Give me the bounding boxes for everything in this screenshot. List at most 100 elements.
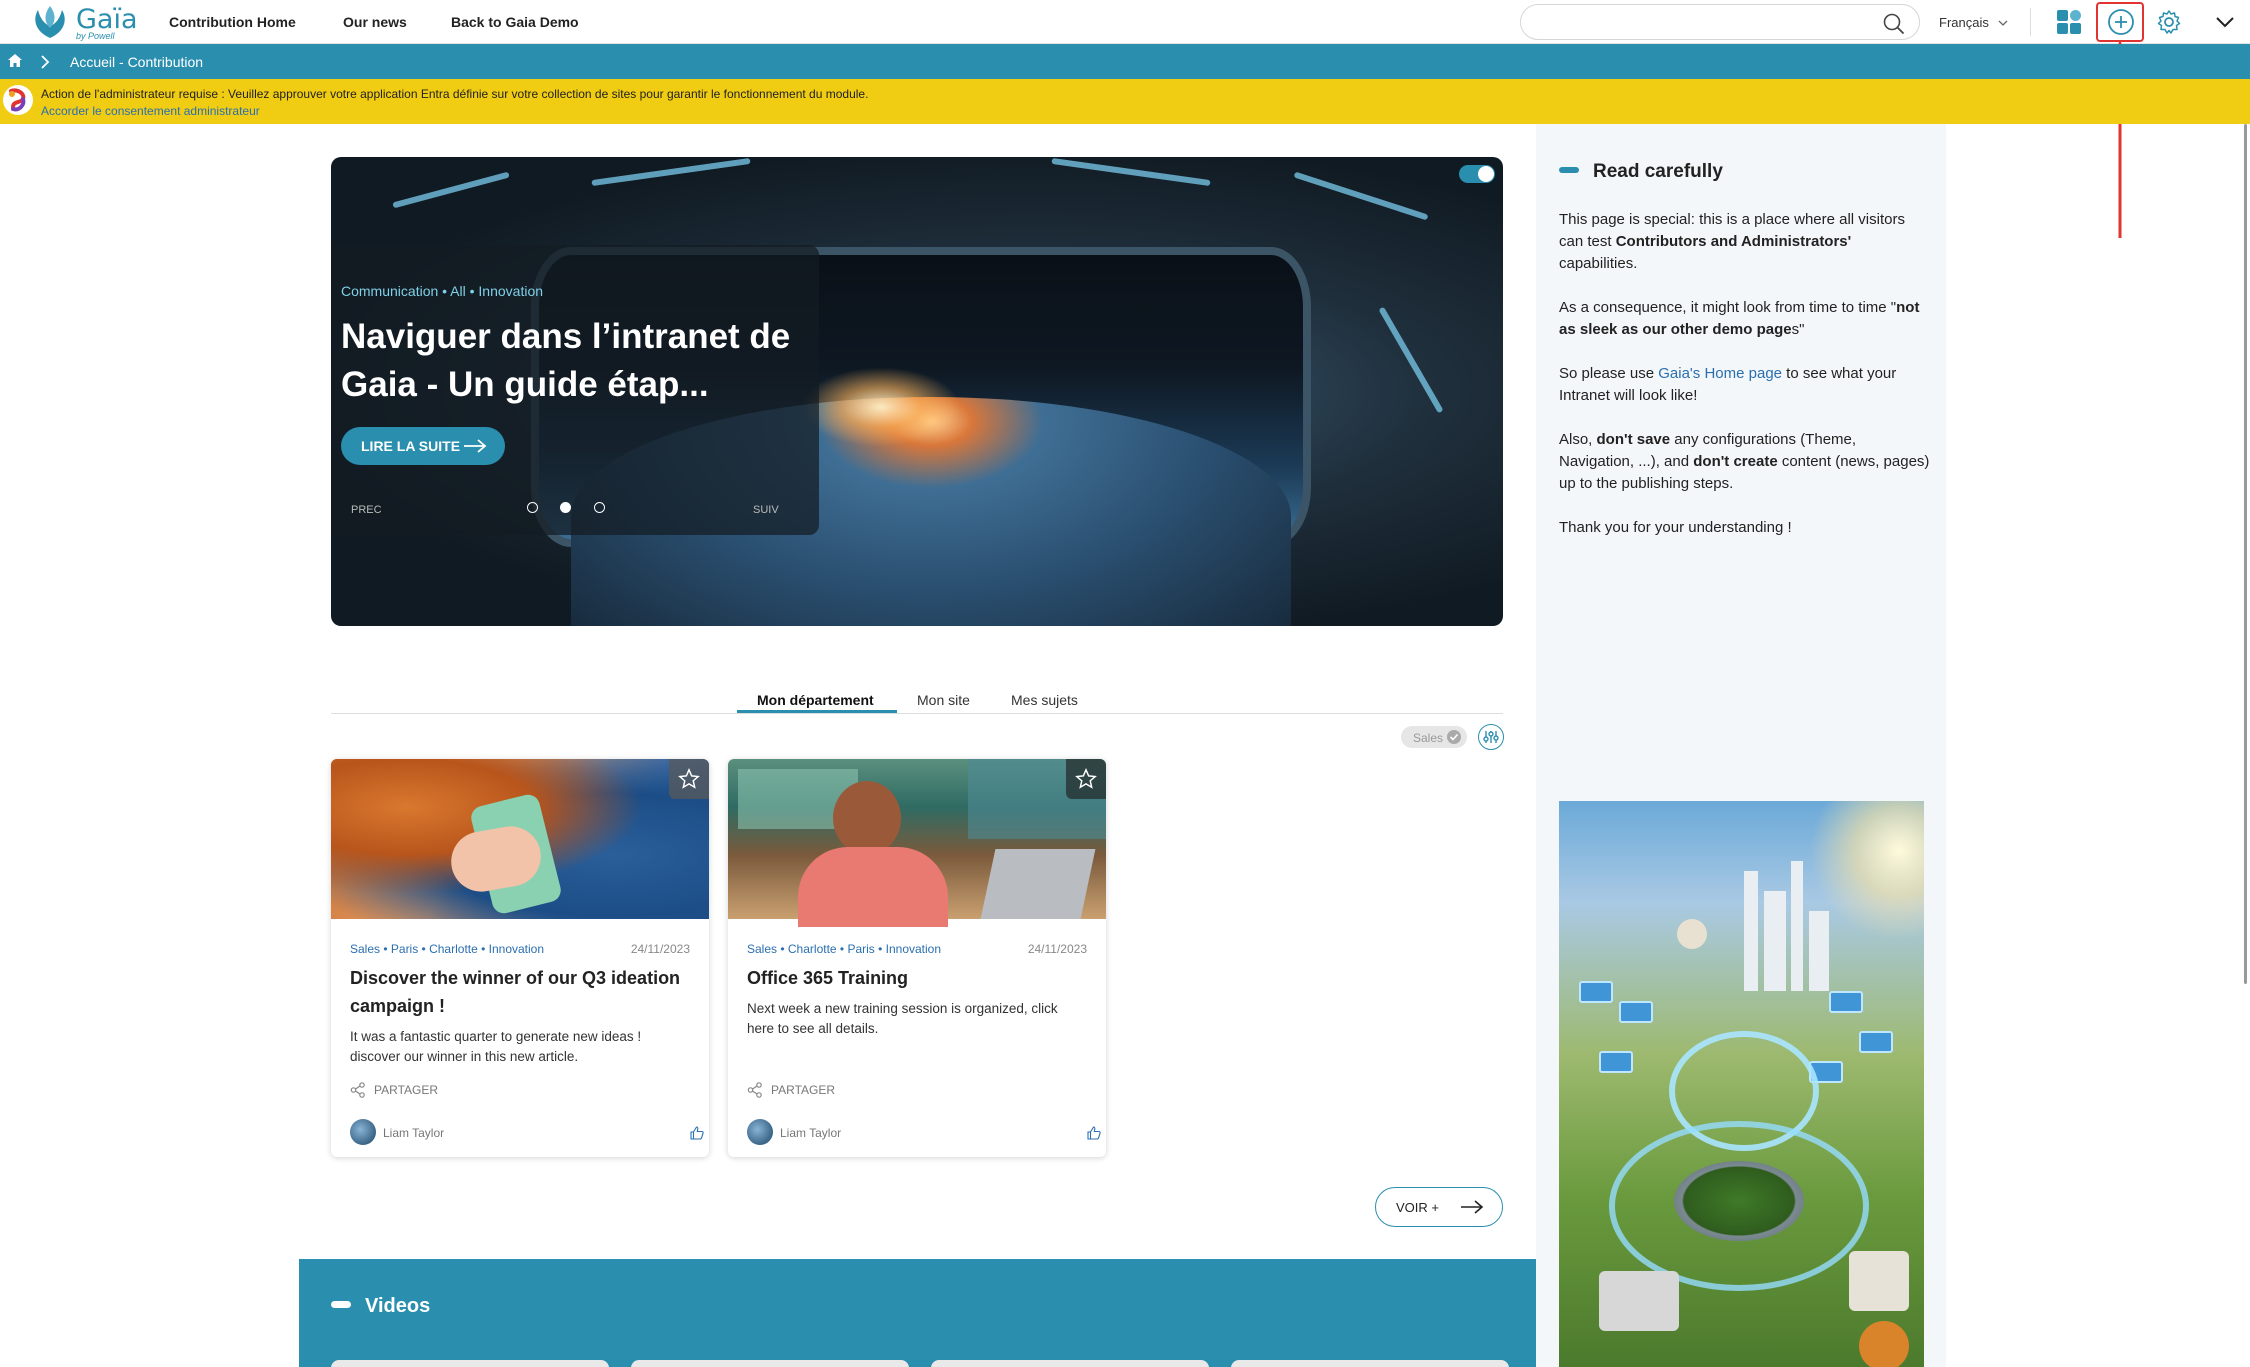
news-card-title[interactable]: Office 365 Training xyxy=(747,964,1092,992)
hero-sun xyxy=(801,367,961,447)
news-card-image[interactable] xyxy=(331,759,709,919)
video-thumbnail[interactable] xyxy=(631,1360,909,1367)
nav-our-news[interactable]: Our news xyxy=(343,14,407,30)
hero-decor xyxy=(392,171,510,209)
illustration-screen xyxy=(1599,1051,1633,1073)
share-label: PARTAGER xyxy=(771,1083,836,1097)
hero-title[interactable]: Naviguer dans l’intranet de Gaia - Un gu… xyxy=(341,313,811,409)
hero-decor xyxy=(1378,306,1444,414)
sidebar-text: This page is special: this is a place wh… xyxy=(1559,209,1931,561)
news-card-date: 24/11/2023 xyxy=(1027,942,1087,956)
hero-tags[interactable]: Communication • All • Innovation xyxy=(341,283,543,299)
sidebar-paragraph: Also, don't save any configurations (The… xyxy=(1559,429,1931,495)
carousel-dot-2[interactable] xyxy=(560,502,571,513)
sidebar-title: Read carefully xyxy=(1559,161,1723,183)
news-card-title[interactable]: Discover the winner of our Q3 ideation c… xyxy=(350,964,695,1020)
gaia-home-link[interactable]: Gaia's Home page xyxy=(1658,365,1782,382)
thumbs-up-icon xyxy=(1087,1126,1101,1140)
share-icon xyxy=(747,1082,762,1098)
hero-decor xyxy=(591,157,751,187)
sliders-icon xyxy=(1482,730,1499,743)
breadcrumb-current[interactable]: Accueil - Contribution xyxy=(70,54,203,70)
sidebar-title-text: Read carefully xyxy=(1593,161,1723,182)
language-label: Français xyxy=(1939,15,1989,30)
illustration-tower xyxy=(1809,911,1829,991)
news-card-description: It was a fantastic quarter to generate n… xyxy=(350,1029,642,1064)
chevron-down-icon xyxy=(1999,20,2008,26)
arrow-right-icon xyxy=(1461,1200,1484,1214)
filter-settings-button[interactable] xyxy=(1478,724,1504,750)
read-more-button[interactable]: LIRE LA SUITE xyxy=(341,427,505,465)
carousel-dot-1[interactable] xyxy=(527,502,538,513)
nav-contribution-home[interactable]: Contribution Home xyxy=(169,14,296,30)
person-body-shape xyxy=(798,847,948,927)
favorite-button[interactable] xyxy=(669,759,709,799)
thumbs-up-icon xyxy=(690,1126,704,1140)
star-icon xyxy=(1075,768,1097,789)
see-more-button[interactable]: VOIR + xyxy=(1375,1187,1503,1227)
news-card-tags[interactable]: Sales • Paris • Charlotte • Innovation xyxy=(350,942,544,956)
text-run: So please use xyxy=(1559,365,1659,382)
share-icon xyxy=(350,1082,365,1098)
add-button[interactable] xyxy=(2096,2,2144,42)
search-icon[interactable] xyxy=(1883,13,1905,35)
gaia-logo[interactable]: Gaïa by Powell xyxy=(30,4,140,41)
illustration-tower xyxy=(1791,861,1803,991)
home-icon[interactable] xyxy=(8,54,22,67)
tab-mes-sujets[interactable]: Mes sujets xyxy=(1011,692,1078,708)
page-scrollbar[interactable] xyxy=(2244,124,2247,984)
grant-consent-link[interactable]: Accorder le consentement administrateur xyxy=(41,104,260,118)
tab-mon-site[interactable]: Mon site xyxy=(917,692,970,708)
illustration-tower xyxy=(1744,871,1758,991)
share-button[interactable]: PARTAGER xyxy=(747,1082,835,1101)
check-icon xyxy=(1447,730,1461,744)
news-card-description: Next week a new training session is orga… xyxy=(747,1001,1058,1036)
powell-mark-icon xyxy=(9,88,26,112)
share-button[interactable]: PARTAGER xyxy=(350,1082,438,1101)
text-run: capabilities. xyxy=(1559,255,1638,272)
logo-subtitle: by Powell xyxy=(76,31,115,41)
videos-title: Videos xyxy=(331,1295,430,1318)
search-input[interactable] xyxy=(1535,11,1855,33)
read-carefully-panel: Read carefully This page is special: thi… xyxy=(1536,124,1946,1367)
news-card-tags[interactable]: Sales • Charlotte • Paris • Innovation xyxy=(747,942,941,956)
news-card[interactable]: Sales • Paris • Charlotte • Innovation 2… xyxy=(331,759,709,1157)
top-navigation: Gaïa by Powell Contribution Home Our new… xyxy=(0,0,2250,44)
person-head-shape xyxy=(833,781,901,855)
illustration-dish xyxy=(1674,1161,1804,1241)
text-run: As a consequence, it might look from tim… xyxy=(1559,299,1897,316)
news-card-image[interactable] xyxy=(728,759,1106,927)
powell-logo-icon xyxy=(3,85,33,115)
add-icon xyxy=(2108,9,2134,35)
text-run: s" xyxy=(1791,321,1805,338)
filter-chip-sales[interactable]: Sales xyxy=(1401,726,1467,748)
illustration-tree xyxy=(1859,1321,1909,1367)
laptop-shape xyxy=(980,849,1096,919)
news-card-date: 24/11/2023 xyxy=(630,942,690,956)
text-run-bold: Contributors and Administrators' xyxy=(1615,233,1852,250)
gear-icon[interactable] xyxy=(2156,9,2182,35)
language-selector[interactable]: Français xyxy=(1939,15,2008,30)
breadcrumb: Accueil - Contribution xyxy=(0,44,2250,79)
autoplay-toggle[interactable] xyxy=(1459,165,1495,183)
carousel-next[interactable]: SUIV xyxy=(753,504,779,516)
carousel-prev[interactable]: PREC xyxy=(351,504,382,516)
favorite-button[interactable] xyxy=(1066,759,1106,799)
carousel-dot-3[interactable] xyxy=(594,502,605,513)
account-menu-chevron-icon[interactable] xyxy=(2214,12,2236,32)
sidebar-paragraph: Thank you for your understanding ! xyxy=(1559,519,1792,536)
video-thumbnail[interactable] xyxy=(1231,1360,1509,1367)
nav-back-to-gaia-demo[interactable]: Back to Gaia Demo xyxy=(451,14,579,30)
active-tab-indicator xyxy=(737,710,897,713)
video-thumbnail[interactable] xyxy=(931,1360,1209,1367)
apps-icon[interactable] xyxy=(2056,9,2082,35)
arrow-right-icon xyxy=(464,439,487,453)
text-run-bold: don't create xyxy=(1693,453,1778,470)
title-accent xyxy=(331,1301,351,1309)
video-thumbnail[interactable] xyxy=(331,1360,609,1367)
tab-mon-departement[interactable]: Mon département xyxy=(757,692,874,708)
hero-carousel: Communication • All • Innovation Navigue… xyxy=(331,157,1503,626)
sidebar-paragraph: This page is special: this is a place wh… xyxy=(1559,209,1931,275)
avatar xyxy=(747,1119,773,1145)
news-card[interactable]: Sales • Charlotte • Paris • Innovation 2… xyxy=(728,759,1106,1157)
